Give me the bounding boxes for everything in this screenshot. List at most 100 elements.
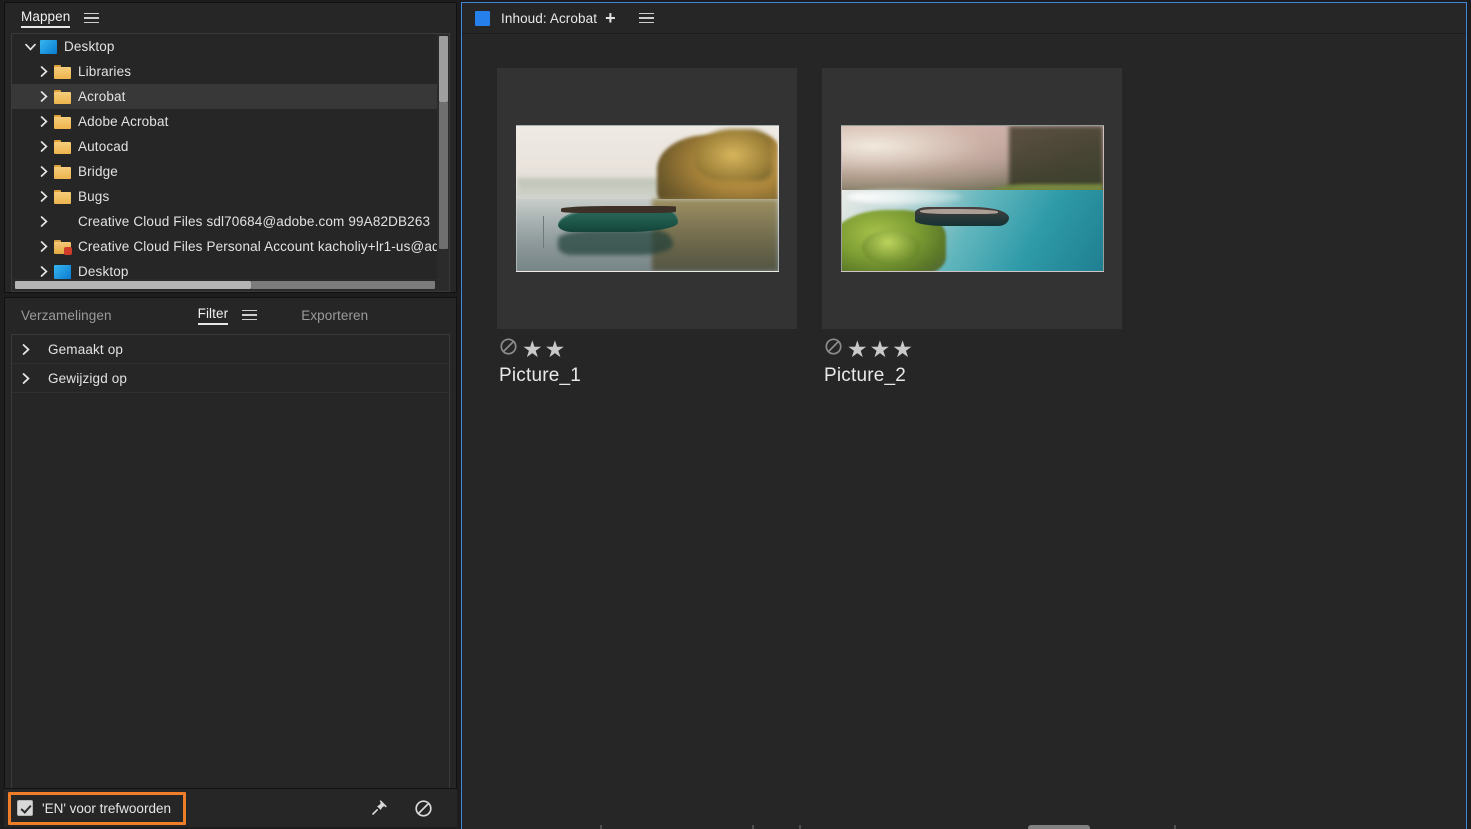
tree-row-bridge[interactable]: Bridge <box>12 159 437 184</box>
content-grid-area: ★ ★ Picture_1 <box>462 33 1466 829</box>
thumbnail-size-slider-knob[interactable] <box>1028 825 1090 829</box>
folder-tree-vertical-scrollbar[interactable] <box>437 34 449 279</box>
scrollbar-thumb[interactable] <box>439 36 448 102</box>
tab-verzamelingen[interactable]: Verzamelingen <box>21 308 112 323</box>
folder-icon <box>54 90 78 104</box>
pin-icon[interactable] <box>369 799 388 818</box>
chevron-right-icon[interactable] <box>34 166 54 177</box>
folders-panel-tabbar: Mappen <box>5 3 456 33</box>
tree-row-label: Desktop <box>64 39 115 54</box>
no-entry-icon[interactable] <box>414 799 433 818</box>
tree-row-autocad[interactable]: Autocad <box>12 134 437 159</box>
folders-panel: Mappen Desktop <box>4 2 457 293</box>
chevron-right-icon[interactable] <box>34 66 54 77</box>
thumbnail-metadata: ★ ★ ★ Picture_2 <box>822 329 1122 387</box>
hamburger-icon[interactable] <box>242 310 257 321</box>
folder-icon <box>54 165 78 179</box>
chevron-right-icon[interactable] <box>22 373 48 384</box>
star-icon[interactable]: ★ <box>522 339 543 359</box>
hamburger-icon[interactable] <box>639 13 654 24</box>
folder-icon <box>54 65 78 79</box>
filter-panel-tabbar: Verzamelingen Filter Exporteren <box>5 298 456 332</box>
star-icon[interactable]: ★ <box>545 339 566 359</box>
thumbnail-metadata: ★ ★ Picture_1 <box>497 329 797 387</box>
star-icon[interactable]: ★ <box>892 339 913 359</box>
filter-row-gemaakt-op[interactable]: Gemaakt op <box>12 335 449 364</box>
rating-row[interactable]: ★ ★ ★ <box>824 338 1122 360</box>
chevron-right-icon[interactable] <box>34 266 54 277</box>
tab-filter[interactable]: Filter <box>198 306 229 325</box>
tree-row-creative-cloud-files[interactable]: Creative Cloud Files sdl70684@adobe.com … <box>12 209 437 234</box>
grid-item-picture-1[interactable]: ★ ★ Picture_1 <box>497 68 797 387</box>
folder-tree-horizontal-scrollbar[interactable] <box>12 279 437 291</box>
chevron-right-icon[interactable] <box>34 141 54 152</box>
filter-row-gewijzigd-op[interactable]: Gewijzigd op <box>12 364 449 393</box>
scrollbar-track[interactable] <box>251 281 435 289</box>
tree-row-label: Libraries <box>78 64 131 79</box>
content-panel: Inhoud: Acrobat + <box>461 2 1467 829</box>
star-rating-picture-1[interactable]: ★ ★ <box>522 339 565 359</box>
content-panel-title[interactable]: Inhoud: Acrobat <box>501 11 597 26</box>
thumbnail-image-picture-2 <box>841 125 1104 272</box>
folder-icon <box>54 190 78 204</box>
tree-row-creative-cloud-files-personal[interactable]: Creative Cloud Files Personal Account ka… <box>12 234 437 259</box>
folder-tree: Desktop Libraries Acro <box>11 33 450 292</box>
star-rating-picture-2[interactable]: ★ ★ ★ <box>847 339 913 359</box>
status-bar: 'EN' voor trefwoorden <box>4 789 457 827</box>
keyword-and-checkbox-box[interactable] <box>17 800 33 816</box>
star-icon[interactable]: ★ <box>870 339 891 359</box>
keyword-and-checkbox-label: 'EN' voor trefwoorden <box>42 801 171 816</box>
scrollbar-thumb[interactable] <box>15 281 251 289</box>
add-tab-button[interactable]: + <box>605 9 616 27</box>
desktop-icon <box>40 40 64 54</box>
tab-exporteren[interactable]: Exporteren <box>301 308 368 323</box>
reject-icon[interactable] <box>824 337 843 361</box>
scrollbar-track[interactable] <box>439 102 448 249</box>
tree-row-label: Creative Cloud Files sdl70684@adobe.com … <box>78 214 430 229</box>
tree-row-bugs[interactable]: Bugs <box>12 184 437 209</box>
tree-row-libraries[interactable]: Libraries <box>12 59 437 84</box>
thumbnail-grid: ★ ★ Picture_1 <box>462 34 1466 387</box>
desktop-icon <box>54 265 78 279</box>
folder-icon <box>54 115 78 129</box>
star-icon[interactable]: ★ <box>847 339 868 359</box>
tree-row-label: Desktop <box>78 264 129 279</box>
thumbnail-container[interactable] <box>497 68 797 329</box>
filter-row-label: Gewijzigd op <box>48 371 127 386</box>
chevron-right-icon[interactable] <box>34 216 54 227</box>
scrollbar-corner <box>437 279 449 291</box>
tree-row-label: Autocad <box>78 139 129 154</box>
folder-tree-viewport: Desktop Libraries Acro <box>12 34 437 279</box>
chevron-right-icon[interactable] <box>34 241 54 252</box>
chevron-right-icon[interactable] <box>34 91 54 102</box>
tree-row-label: Bridge <box>78 164 118 179</box>
thumbnail-size-slider[interactable] <box>462 818 1466 829</box>
keyword-and-checkbox[interactable]: 'EN' voor trefwoorden <box>4 800 171 816</box>
tab-mappen[interactable]: Mappen <box>21 9 70 28</box>
content-panel-tabbar: Inhoud: Acrobat + <box>462 3 1466 33</box>
tree-row-adobe-acrobat[interactable]: Adobe Acrobat <box>12 109 437 134</box>
chevron-right-icon[interactable] <box>22 344 48 355</box>
bridge-app-window: Mappen Desktop <box>0 0 1471 829</box>
left-panel-column: Mappen Desktop <box>0 0 461 829</box>
filter-row-label: Gemaakt op <box>48 342 123 357</box>
status-bar-icons <box>369 799 457 818</box>
thumbnail-container[interactable] <box>822 68 1122 329</box>
reject-icon[interactable] <box>499 337 518 361</box>
chevron-right-icon[interactable] <box>34 191 54 202</box>
blue-swatch-icon <box>475 11 490 26</box>
thumbnail-image-picture-1 <box>516 125 779 272</box>
tree-row-desktop[interactable]: Desktop <box>12 34 437 59</box>
file-name-label[interactable]: Picture_2 <box>824 365 1122 387</box>
tree-row-acrobat[interactable]: Acrobat <box>12 84 437 109</box>
filter-criteria-list: Gemaakt op Gewijzigd op <box>11 334 450 788</box>
tree-row-desktop-2[interactable]: Desktop <box>12 259 437 279</box>
cc-folder-icon <box>54 240 78 254</box>
chevron-right-icon[interactable] <box>34 116 54 127</box>
file-name-label[interactable]: Picture_1 <box>499 365 797 387</box>
hamburger-icon[interactable] <box>84 13 99 24</box>
chevron-down-icon[interactable] <box>20 43 40 51</box>
rating-row[interactable]: ★ ★ <box>499 338 797 360</box>
grid-item-picture-2[interactable]: ★ ★ ★ Picture_2 <box>822 68 1122 387</box>
tree-row-label: Creative Cloud Files Personal Account ka… <box>78 239 437 254</box>
